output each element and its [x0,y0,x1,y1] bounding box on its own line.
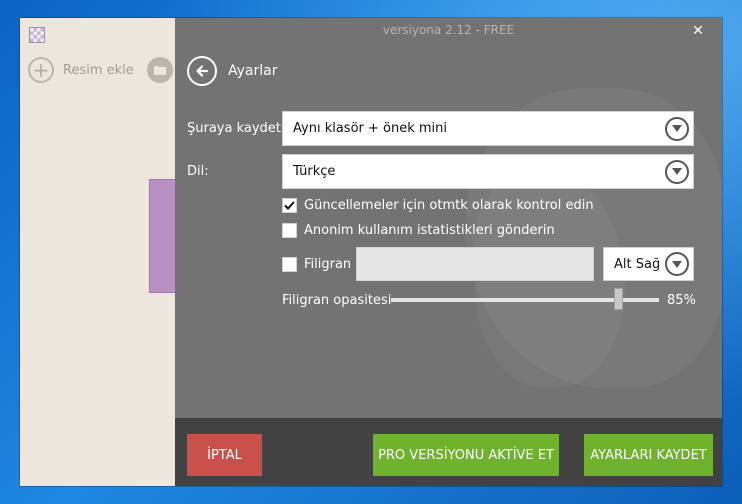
watermark-checkbox-row[interactable]: Filigran [282,257,351,272]
save-location-dropdown[interactable]: Aynı klasör + önek mini [282,111,694,146]
page-title: Ayarlar [228,63,278,79]
auto-update-label: Güncellemeler için otmtk olarak kontrol … [304,198,594,213]
language-dropdown[interactable]: Türkçe [282,154,694,189]
activate-pro-button[interactable]: PRO VERSİYONU AKTİVE ET [373,434,559,476]
chevron-down-icon [665,252,689,276]
watermark-text-input[interactable] [356,247,594,281]
watermark-opacity-value: 85% [667,293,696,308]
checkmark-icon [284,201,295,210]
slider-thumb[interactable] [614,288,624,310]
save-location-value: Aynı klasör + önek mini [293,121,448,136]
app-logo-icon [29,27,45,43]
footer-bar: İPTAL PRO VERSİYONU AKTİVE ET AYARLARI K… [175,418,722,486]
arrow-left-icon [196,65,209,77]
watermark-position-dropdown[interactable]: Alt Sağ [603,247,694,281]
close-button[interactable]: ✕ [688,21,708,41]
watermark-checkbox[interactable] [282,257,297,272]
anonymous-stats-checkbox[interactable] [282,223,297,238]
language-label: Dil: [187,164,209,179]
anonymous-stats-label: Anonim kullanım istatistikleri gönderin [304,223,555,238]
save-settings-button[interactable]: AYARLARI KAYDET [584,434,713,476]
auto-update-checkbox[interactable] [282,198,297,213]
anonymous-stats-checkbox-row[interactable]: Anonim kullanım istatistikleri gönderin [282,223,555,238]
cancel-button[interactable]: İPTAL [187,434,262,476]
add-image-button[interactable]: + Resim ekle [28,56,134,84]
save-location-label: Şuraya kaydet: [187,121,286,136]
folder-icon [147,57,173,83]
add-image-label: Resim ekle [63,62,134,78]
watermark-opacity-slider[interactable] [391,288,659,310]
chevron-down-icon [665,159,689,184]
watermark-opacity-label: Filigran opasitesi [282,293,392,308]
app-window: + Resim ekle versiyona 2.12 - FREE ✕ Aya… [20,18,722,486]
watermark-label: Filigran [304,257,352,272]
back-button[interactable] [187,56,217,86]
chevron-down-icon [665,116,689,141]
watermark-position-value: Alt Sağ [614,256,661,272]
window-title: versiyona 2.12 - FREE [382,23,515,37]
language-value: Türkçe [293,164,336,179]
auto-update-checkbox-row[interactable]: Güncellemeler için otmtk olarak kontrol … [282,198,594,213]
settings-panel: versiyona 2.12 - FREE ✕ Ayarlar Şuraya k… [175,18,722,486]
plus-circle-icon: + [28,57,54,83]
